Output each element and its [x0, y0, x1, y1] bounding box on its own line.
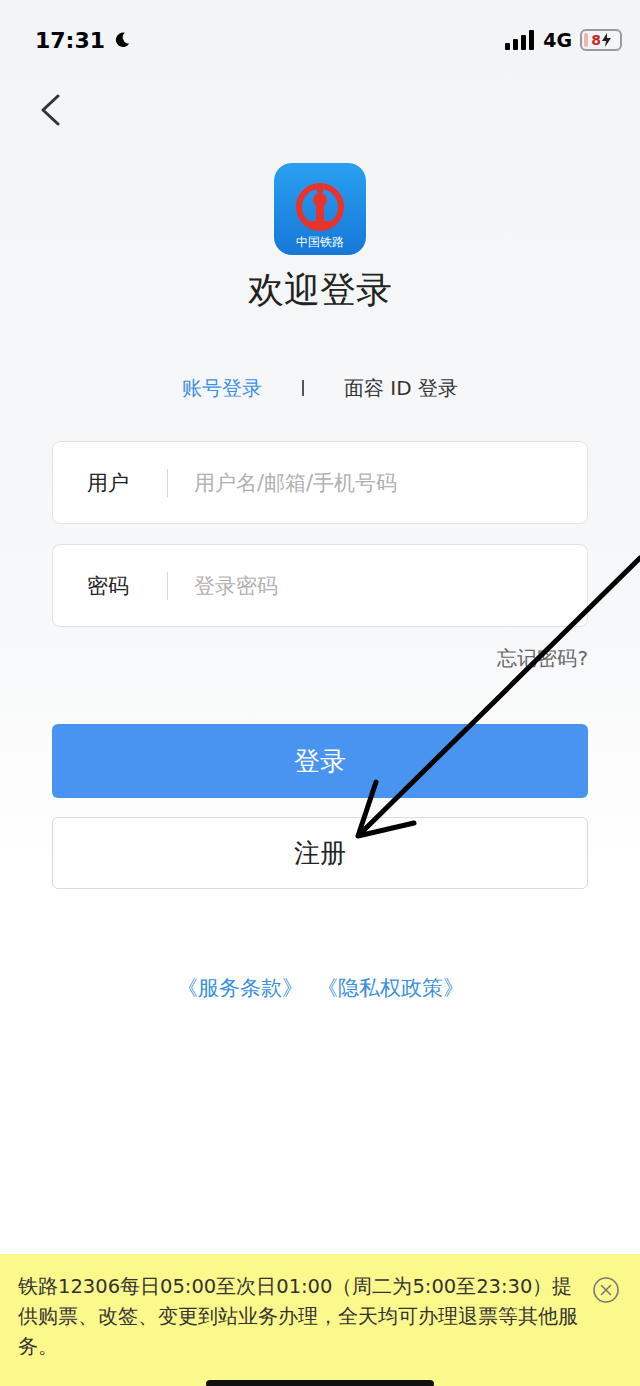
policy-link[interactable]: 《隐私权政策》 — [317, 974, 464, 1002]
close-icon[interactable] — [592, 1276, 620, 1304]
forgot-password-link[interactable]: 忘记密码? — [497, 644, 588, 672]
back-arrow-icon[interactable] — [38, 94, 62, 126]
login-tab[interactable]: 面容 ID 登录 — [344, 374, 458, 402]
home-indicator — [206, 1380, 434, 1386]
battery: 8 — [580, 29, 622, 51]
app-logo: 中国铁路 — [274, 163, 366, 255]
login-tab[interactable]: 账号登录 — [182, 374, 262, 402]
secondary-button[interactable]: 注册 — [52, 817, 588, 889]
input-field: 密码 — [52, 544, 588, 627]
page-title: 欢迎登录 — [248, 268, 392, 312]
primary-button[interactable]: 登录 — [52, 724, 588, 798]
field-label: 用户 — [87, 469, 167, 497]
logo-caption: 中国铁路 — [296, 235, 344, 249]
login-tabs: 账号登录 面容 ID 登录 — [182, 374, 458, 402]
text-input[interactable] — [192, 470, 571, 496]
notice-banner: 铁路12306每日05:00至次日01:00（周二为5:00至23:30）提供购… — [0, 1254, 640, 1386]
moon-icon — [113, 31, 131, 49]
network-type: 4G — [543, 29, 572, 51]
text-input[interactable] — [192, 573, 571, 599]
charging-icon — [602, 33, 611, 47]
login-screen: 17:31 4G 8 中国铁路欢迎登录账号登录 面容 ID 登录用户密码忘记密码? 登录注… — [0, 0, 640, 1386]
input-field: 用户 — [52, 441, 588, 524]
policy-link[interactable]: 《服务条款》 — [177, 974, 303, 1002]
notice-text: 铁路12306每日05:00至次日01:00（周二为5:00至23:30）提供购… — [18, 1272, 580, 1362]
signal-icon — [505, 30, 535, 50]
battery-level: 8 — [591, 33, 601, 47]
annotation-arrow-icon — [0, 0, 640, 1386]
railway-emblem-icon — [294, 183, 346, 235]
field-label: 密码 — [87, 572, 167, 600]
status-bar: 17:31 4G 8 — [0, 0, 640, 80]
policy-links: 《服务条款》《隐私权政策》 — [177, 974, 464, 1002]
tab-divider — [302, 380, 304, 396]
status-time: 17:31 — [35, 28, 105, 53]
